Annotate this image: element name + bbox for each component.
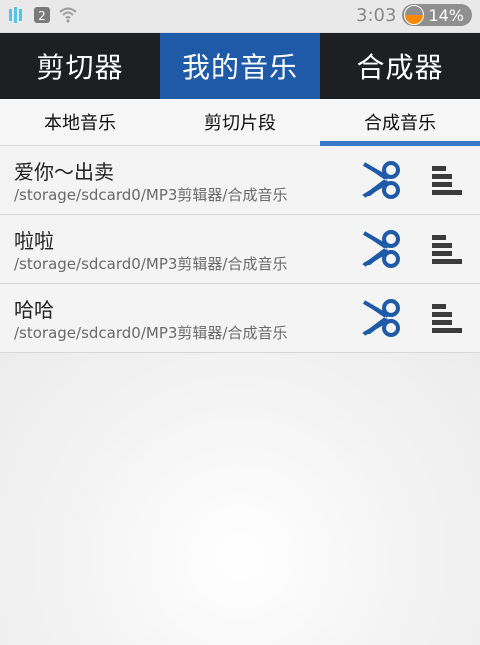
notification-badge-count: 2 <box>38 9 46 23</box>
subtab-merged-music[interactable]: 合成音乐 <box>320 99 480 146</box>
subtab-local-music[interactable]: 本地音乐 <box>0 99 160 145</box>
item-path: /storage/sdcard0/MP3剪辑器/合成音乐 <box>14 186 288 204</box>
item-title: 啦啦 <box>14 229 54 253</box>
tab-merger[interactable]: 合成器 <box>320 33 480 99</box>
list-item[interactable]: 啦啦 /storage/sdcard0/MP3剪辑器/合成音乐 <box>0 215 480 284</box>
item-title: 爱你～出卖 <box>14 160 114 184</box>
menu-icon[interactable] <box>430 162 462 198</box>
status-bar: 2 3:03 14% <box>0 0 480 33</box>
top-tabs: 剪切器 我的音乐 合成器 <box>0 33 480 99</box>
list-item[interactable]: 爱你～出卖 /storage/sdcard0/MP3剪辑器/合成音乐 <box>0 146 480 215</box>
menu-icon[interactable] <box>430 300 462 336</box>
tab-my-music[interactable]: 我的音乐 <box>160 33 320 99</box>
notification-badge-icon: 2 <box>34 7 50 23</box>
battery-percent: 14% <box>428 5 464 25</box>
scissors-icon[interactable] <box>360 298 402 338</box>
item-title: 哈哈 <box>14 298 54 322</box>
scissors-icon[interactable] <box>360 160 402 200</box>
subtab-cut-clips[interactable]: 剪切片段 <box>160 99 320 145</box>
item-path: /storage/sdcard0/MP3剪辑器/合成音乐 <box>14 324 288 342</box>
empty-list-area <box>0 353 480 645</box>
status-left-icons: 2 <box>6 5 78 25</box>
app-icon <box>9 7 22 23</box>
list-item[interactable]: 哈哈 /storage/sdcard0/MP3剪辑器/合成音乐 <box>0 284 480 353</box>
scissors-icon[interactable] <box>360 229 402 269</box>
menu-icon[interactable] <box>430 231 462 267</box>
tab-cutter[interactable]: 剪切器 <box>0 33 160 99</box>
status-time: 3:03 <box>356 4 397 26</box>
sub-tabs: 本地音乐 剪切片段 合成音乐 <box>0 99 480 146</box>
item-path: /storage/sdcard0/MP3剪辑器/合成音乐 <box>14 255 288 273</box>
music-list: 爱你～出卖 /storage/sdcard0/MP3剪辑器/合成音乐 啦啦 /s… <box>0 146 480 353</box>
status-right: 3:03 14% <box>356 4 472 26</box>
battery-indicator: 14% <box>402 4 472 26</box>
wifi-icon <box>59 7 77 23</box>
battery-icon <box>404 5 425 25</box>
